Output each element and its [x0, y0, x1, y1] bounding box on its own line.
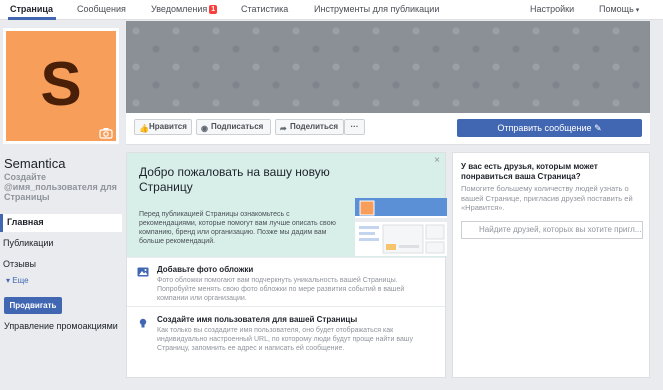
invite-friends-card: У вас есть друзья, которым может понрави… — [452, 152, 650, 378]
close-icon[interactable]: × — [434, 155, 440, 166]
subscribe-label: Подписаться — [211, 122, 264, 131]
avatar-letter: S — [40, 50, 82, 119]
help-label: Помощь — [599, 4, 634, 14]
lightbulb-icon — [139, 318, 147, 328]
pencil-icon: ✎ — [594, 123, 602, 133]
tab-notifications[interactable]: Уведомления 1 — [151, 4, 218, 14]
cover-photo[interactable] — [126, 21, 650, 113]
friend-search-input[interactable]: Найдите друзей, которых вы хотите пригл.… — [461, 221, 643, 239]
tab-messages[interactable]: Сообщения — [77, 4, 126, 14]
welcome-card: Добро пожаловать на вашу новую Страницу … — [126, 152, 447, 378]
sidebar-item-home[interactable]: Главная — [0, 214, 122, 232]
suggestion-username[interactable]: Создайте имя пользователя для вашей Стра… — [127, 306, 445, 366]
tab-statistics[interactable]: Статистика — [241, 4, 288, 14]
share-label: Поделиться — [290, 122, 339, 131]
share-button[interactable]: ➦ Поделиться — [275, 119, 344, 135]
send-message-label: Отправить сообщение — [497, 123, 592, 133]
welcome-header: Добро пожаловать на вашу новую Страницу … — [127, 153, 447, 257]
like-label: Нравится — [149, 122, 187, 131]
settings-link[interactable]: Настройки — [530, 4, 574, 14]
tab-publishing-tools[interactable]: Инструменты для публикации — [314, 4, 439, 14]
share-arrow-icon: ➦ — [280, 124, 287, 133]
suggestion-title: Создайте имя пользователя для вашей Стра… — [157, 315, 358, 324]
photo-icon — [137, 267, 149, 277]
welcome-description: Перед публикацией Страницы ознакомьтесь … — [139, 211, 336, 245]
camera-icon[interactable] — [99, 127, 113, 139]
active-tab-indicator — [8, 17, 56, 20]
more-actions-button[interactable]: ··· — [344, 119, 365, 135]
page-preview-illustration — [355, 198, 447, 256]
suggestion-cover-photo[interactable]: Добавьте фото обложки Фото обложки помог… — [127, 257, 445, 304]
like-button[interactable]: 👍 Нравится — [134, 119, 192, 135]
notification-badge: 1 — [209, 5, 218, 14]
suggestion-description: Как только вы создадите имя пользователя… — [157, 327, 413, 352]
welcome-title: Добро пожаловать на вашу новую Страницу — [139, 165, 330, 194]
help-menu[interactable]: Помощь ▾ — [599, 4, 639, 14]
suggestion-title: Добавьте фото обложки — [157, 265, 254, 274]
invite-friends-description: Помогите большему количеству людей узнат… — [461, 184, 633, 212]
invite-friends-title: У вас есть друзья, которым может понрави… — [461, 162, 598, 181]
rss-icon: ◉ — [201, 124, 208, 133]
sidebar-item-reviews[interactable]: Отзывы — [3, 259, 36, 269]
sidebar-more-link[interactable]: ▾ Еще — [6, 276, 29, 285]
subscribe-button[interactable]: ◉ Подписаться — [196, 119, 271, 135]
page-top-nav: Страница Сообщения Уведомления 1 Статисти… — [0, 0, 663, 20]
thumbs-up-icon: 👍 — [139, 124, 149, 133]
tab-notifications-label: Уведомления — [151, 4, 208, 14]
tab-page[interactable]: Страница — [10, 4, 53, 14]
send-message-button[interactable]: Отправить сообщение ✎ — [457, 119, 642, 137]
promote-button[interactable]: Продвигать — [4, 297, 62, 314]
page-name: Semantica — [4, 156, 66, 171]
create-username-link[interactable]: Создайте @имя_пользователя для Страницы — [4, 172, 122, 202]
sidebar-more-label: Еще — [12, 276, 29, 285]
page-avatar[interactable]: S — [3, 28, 119, 144]
chevron-down-icon: ▾ — [635, 7, 640, 14]
manage-promotions-link[interactable]: Управление промоакциями — [4, 321, 118, 331]
sidebar-item-posts[interactable]: Публикации — [3, 238, 53, 248]
suggestion-description: Фото обложки помогают вам подчеркнуть ун… — [157, 277, 405, 302]
